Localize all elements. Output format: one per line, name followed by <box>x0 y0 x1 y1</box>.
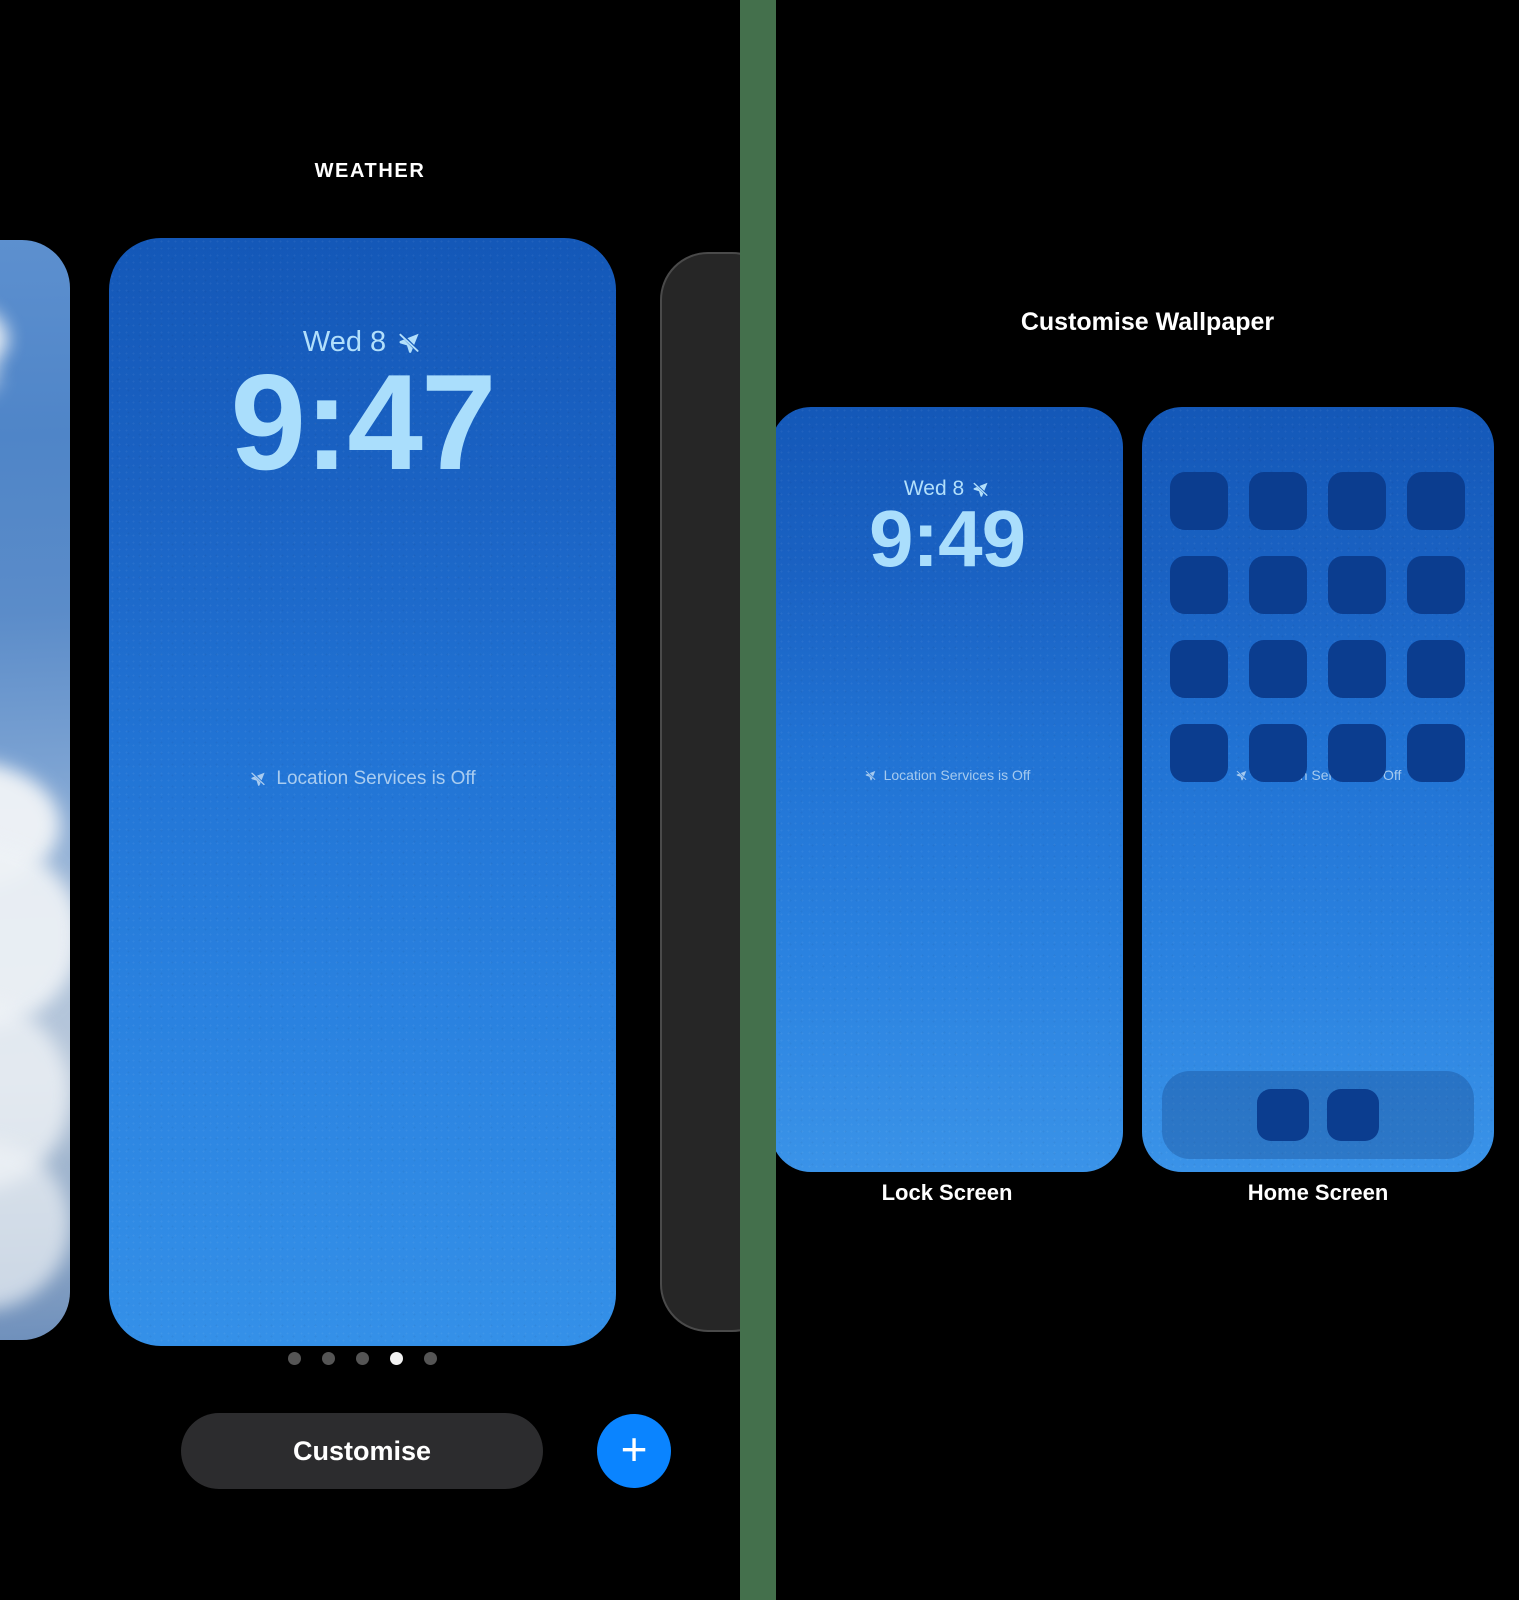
clouds-wallpaper-card[interactable] <box>0 240 70 1340</box>
app-icon-placeholder[interactable] <box>1407 640 1465 698</box>
selected-wallpaper-preview[interactable]: Wed 8 9:47 Location Services is Off <box>109 238 616 1346</box>
wallpaper-gallery-panel: WEATHER Wed 8 9:47 Location Services is … <box>0 0 740 1600</box>
page-dot-active[interactable] <box>390 1352 403 1365</box>
lock-screen-label: Lock Screen <box>881 1180 1013 1205</box>
home-screen-app-grid <box>1170 472 1466 782</box>
app-icon-placeholder[interactable] <box>1170 640 1228 698</box>
location-slash-icon <box>249 770 267 788</box>
location-services-status: Location Services is Off <box>109 768 616 790</box>
cloud-shape <box>0 840 70 1030</box>
app-icon-placeholder[interactable] <box>1249 472 1307 530</box>
app-icon-placeholder[interactable] <box>1249 724 1307 782</box>
location-services-status-text: Location Services is Off <box>276 768 476 789</box>
page-dot[interactable] <box>424 1352 437 1365</box>
customise-wallpaper-panel: Customise Wallpaper Wed 8 9:49 Location … <box>776 0 1519 1600</box>
gallery-title: WEATHER <box>314 160 426 182</box>
add-wallpaper-button[interactable]: + <box>597 1414 671 1488</box>
home-screen-dock <box>1162 1071 1474 1159</box>
app-icon-placeholder[interactable] <box>1170 556 1228 614</box>
lock-screen-time: 9:47 <box>230 346 496 498</box>
panel-divider <box>740 0 776 1600</box>
lock-screen-datetime: Wed 8 9:47 <box>109 326 616 494</box>
page-dot[interactable] <box>322 1352 335 1365</box>
app-icon-placeholder[interactable] <box>1328 472 1386 530</box>
location-services-status: Location Services is Off <box>776 767 1123 783</box>
screen-root: WEATHER Wed 8 9:47 Location Services is … <box>0 0 1519 1600</box>
app-icon-placeholder[interactable] <box>1328 724 1386 782</box>
dock-icon-placeholder[interactable] <box>1327 1089 1379 1141</box>
app-icon-placeholder[interactable] <box>1170 472 1228 530</box>
app-icon-placeholder[interactable] <box>1328 640 1386 698</box>
page-title: Customise Wallpaper <box>1020 308 1275 336</box>
lock-screen-datetime: Wed 8 9:49 <box>776 477 1123 581</box>
dock-icon-placeholder[interactable] <box>1257 1089 1309 1141</box>
location-services-status-text: Location Services is Off <box>883 767 1031 783</box>
plus-icon: + <box>620 1422 648 1475</box>
page-dot[interactable] <box>356 1352 369 1365</box>
app-icon-placeholder[interactable] <box>1328 556 1386 614</box>
page-dot[interactable] <box>288 1352 301 1365</box>
cloud-shape <box>0 300 8 378</box>
customise-button[interactable]: Customise <box>181 1413 543 1489</box>
page-indicator[interactable] <box>109 1352 616 1365</box>
app-icon-placeholder[interactable] <box>1249 640 1307 698</box>
lock-screen-time: 9:49 <box>868 494 1026 583</box>
lock-screen-preview[interactable]: Wed 8 9:49 Location Services is Off <box>776 407 1123 1172</box>
add-new-wallpaper-card[interactable] <box>660 252 740 1332</box>
app-icon-placeholder[interactable] <box>1407 724 1465 782</box>
app-icon-placeholder[interactable] <box>1249 556 1307 614</box>
home-screen-preview[interactable]: Location Services is Off <box>1142 407 1494 1172</box>
app-icon-placeholder[interactable] <box>1170 724 1228 782</box>
location-slash-icon <box>864 769 877 782</box>
app-icon-placeholder[interactable] <box>1407 472 1465 530</box>
app-icon-placeholder[interactable] <box>1407 556 1465 614</box>
cloud-shape <box>0 1140 70 1310</box>
home-screen-label: Home Screen <box>1247 1180 1389 1205</box>
